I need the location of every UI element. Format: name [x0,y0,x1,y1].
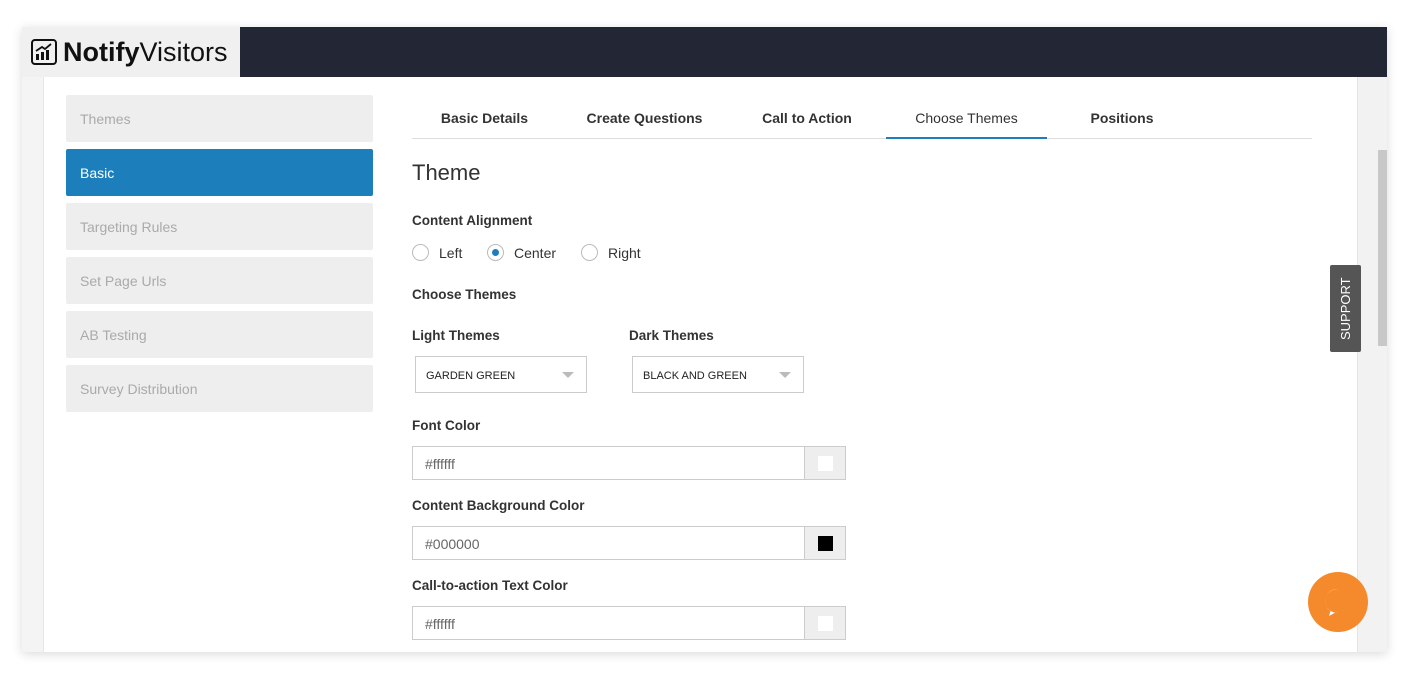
main-panel: Themes Basic Targeting Rules Set Page Ur… [43,77,1357,652]
tab-basic-details[interactable]: Basic Details [412,95,557,139]
logo[interactable]: NotifyVisitors [22,27,240,77]
cta-text-color-swatch[interactable] [804,607,845,639]
sidebar-item-basic[interactable]: Basic [66,149,373,196]
page-title: Theme [412,160,481,185]
choose-themes-label: Choose Themes [412,287,517,302]
content-bg-label: Content Background Color [412,498,585,513]
radio-label: Right [608,244,641,261]
radio-center[interactable]: Center [487,244,556,261]
cta-text-color-field: #ffffff [412,606,846,640]
sidebar-item-set-page-urls[interactable]: Set Page Urls [66,257,373,304]
cta-text-color-label: Call-to-action Text Color [412,578,568,593]
cta-text-color-input[interactable]: #ffffff [413,607,804,639]
sidebar-item-survey-distribution[interactable]: Survey Distribution [66,365,373,412]
support-tab[interactable]: SUPPORT [1330,265,1361,352]
tab-choose-themes[interactable]: Choose Themes [886,95,1047,139]
content-bg-input[interactable]: #000000 [413,527,804,559]
sidebar-item-targeting-rules[interactable]: Targeting Rules [66,203,373,250]
sidebar-item-themes[interactable]: Themes [66,95,373,142]
app-window: NotifyVisitors Themes Basic Targeting Ru… [22,27,1387,652]
radio-left[interactable]: Left [412,244,462,261]
tab-create-questions[interactable]: Create Questions [577,95,712,139]
dark-themes-select[interactable]: BLACK AND GREEN [632,356,804,393]
scrollbar-thumb[interactable] [1378,150,1387,346]
brand-name: NotifyVisitors [63,36,228,67]
tab-bar: Basic Details Create Questions Call to A… [412,95,1312,139]
tab-positions[interactable]: Positions [1067,95,1177,139]
top-bar: NotifyVisitors [22,27,1387,77]
radio-circle[interactable] [487,244,504,261]
content-bg-swatch[interactable] [804,527,845,559]
dark-themes-label: Dark Themes [629,328,714,343]
font-color-field: #ffffff [412,446,846,480]
radio-label: Center [514,244,557,261]
font-color-swatch[interactable] [804,447,845,479]
content-bg-field: #000000 [412,526,846,560]
chat-button[interactable] [1308,572,1368,632]
radio-circle[interactable] [412,244,429,261]
radio-circle[interactable] [581,244,598,261]
content-alignment-label: Content Alignment [412,213,533,228]
chat-bubble-icon [1325,588,1342,616]
light-themes-label: Light Themes [412,328,500,343]
light-themes-select[interactable]: GARDEN GREEN [415,356,587,393]
font-color-input[interactable]: #ffffff [413,447,804,479]
radio-label: Left [439,244,463,261]
radio-right[interactable]: Right [581,244,641,261]
font-color-label: Font Color [412,418,481,433]
sidebar-item-ab-testing[interactable]: AB Testing [66,311,373,358]
tab-call-to-action[interactable]: Call to Action [742,95,872,139]
bar-chart-icon [31,39,57,65]
